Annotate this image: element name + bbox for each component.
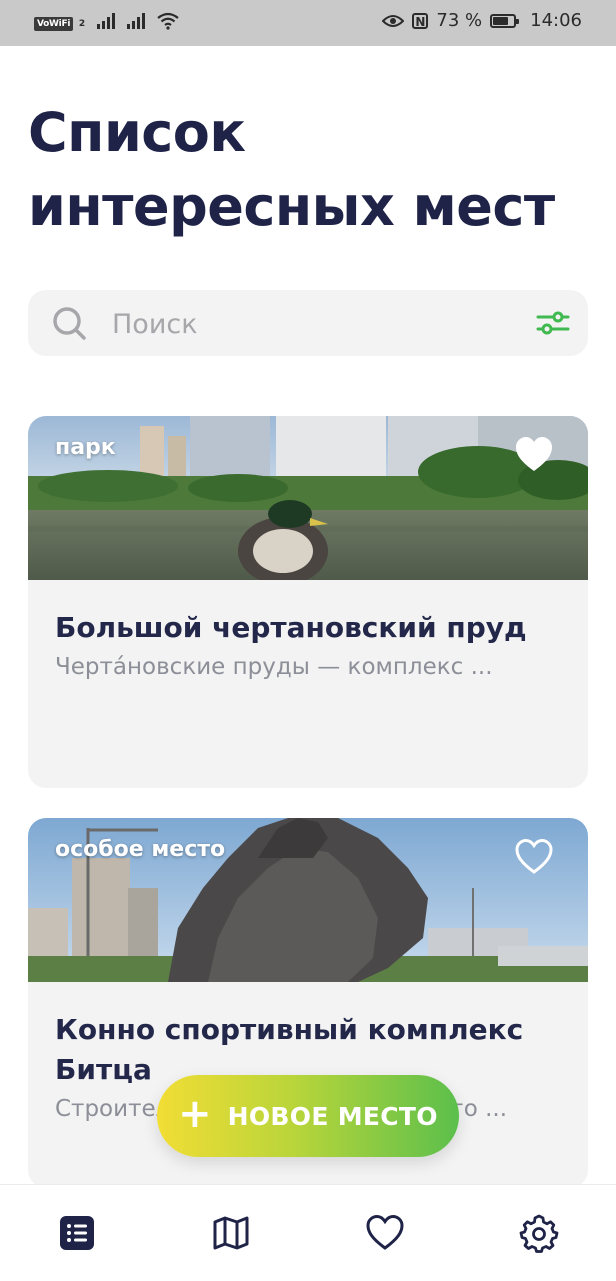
nfc-icon: N — [412, 12, 429, 29]
search-bar[interactable] — [28, 290, 588, 356]
add-place-label: НОВОЕ МЕСТО — [227, 1101, 438, 1131]
place-photo-bitsa: особое место — [28, 818, 588, 982]
list-icon — [60, 1216, 94, 1250]
search-input[interactable] — [110, 302, 514, 346]
bottom-navigation — [0, 1184, 616, 1281]
place-description: Черта́новские пруды — комплекс ... — [55, 654, 493, 680]
place-tag: особое место — [55, 837, 226, 862]
signal-icon-2 — [127, 12, 146, 29]
volte-label: VoWiFi — [34, 17, 74, 31]
signal-icon — [97, 12, 116, 29]
nav-favorites[interactable] — [361, 1209, 409, 1257]
battery-fill — [493, 16, 509, 25]
heart-icon — [366, 1215, 404, 1250]
add-place-button[interactable]: + НОВОЕ МЕСТО — [157, 1075, 459, 1157]
battery-icon — [490, 13, 520, 28]
nav-map[interactable] — [207, 1209, 255, 1257]
wifi-icon — [157, 12, 179, 30]
clock: 14:06 — [530, 10, 582, 31]
place-card[interactable]: парк Большой чертановский пруд Черта́нов… — [28, 416, 588, 788]
page-title: Список интересных мест — [28, 101, 555, 238]
sim-number: 2 — [78, 19, 86, 29]
map-icon — [213, 1216, 249, 1250]
place-title: Большой чертановский пруд — [55, 611, 527, 644]
volte-indicator: VoWiFi 2 — [34, 10, 85, 31]
battery-percent: 73 % — [436, 10, 483, 31]
nav-list[interactable] — [53, 1209, 101, 1257]
place-tag: парк — [55, 435, 116, 460]
gear-icon — [519, 1214, 559, 1253]
nav-settings[interactable] — [515, 1209, 563, 1257]
search-icon — [53, 307, 86, 340]
place-photo-pond: парк — [28, 416, 588, 580]
plus-icon: + — [178, 1091, 212, 1137]
heart-filled-icon[interactable] — [514, 436, 554, 474]
eye-icon — [382, 14, 405, 27]
heart-outline-icon[interactable] — [514, 838, 554, 876]
status-bar: VoWiFi 2 N 73 % 14:06 — [0, 0, 616, 46]
filter-icon[interactable] — [536, 310, 570, 336]
